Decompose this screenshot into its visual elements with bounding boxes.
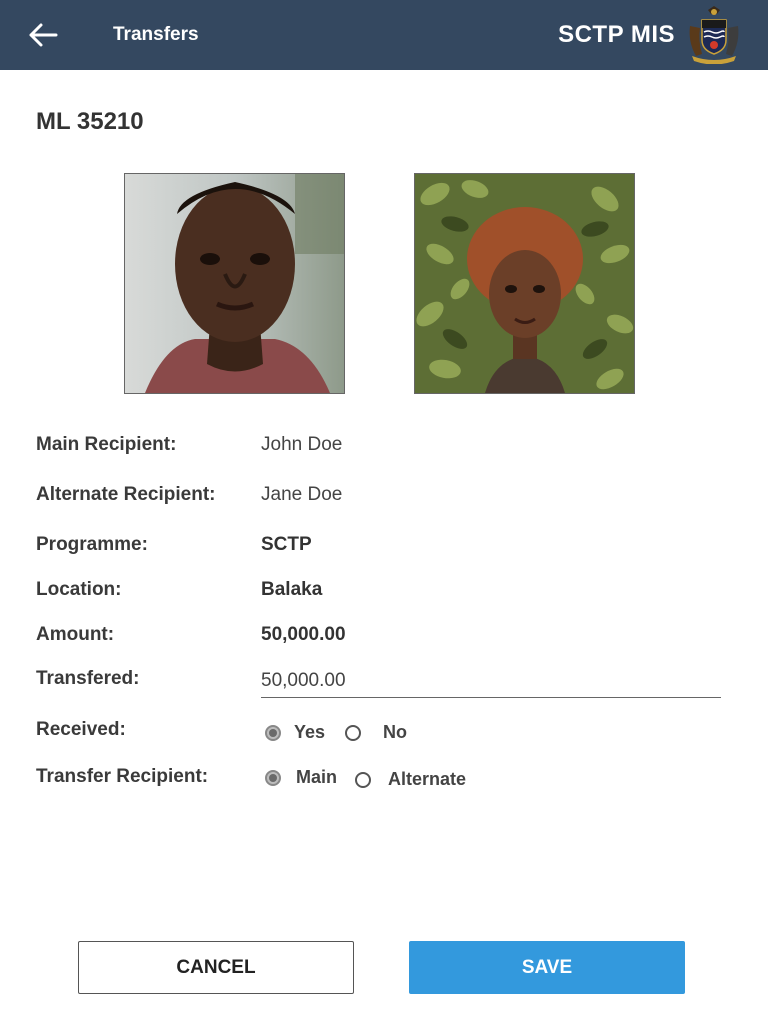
amount-label: Amount: — [36, 624, 115, 645]
transfered-input[interactable] — [261, 665, 721, 698]
radio-unchecked-icon — [345, 724, 361, 741]
alternate-recipient-value: Jane Doe — [261, 484, 343, 505]
main-recipient-label: Main Recipient: — [36, 434, 177, 455]
location-label: Location: — [36, 579, 122, 600]
page-title: Transfers — [113, 24, 199, 45]
received-yes-radio[interactable]: Yes — [265, 722, 325, 743]
transfer-recipient-main-radio[interactable]: Main — [265, 767, 337, 788]
received-no-label: No — [383, 722, 407, 742]
transfer-recipient-main-label: Main — [296, 767, 338, 787]
alternate-recipient-photo — [414, 173, 635, 394]
alternate-recipient-label: Alternate Recipient: — [36, 484, 216, 505]
transfered-label: Transfered: — [36, 668, 140, 689]
main-recipient-value: John Doe — [261, 434, 343, 455]
received-no-radio[interactable]: No — [345, 722, 407, 743]
received-label: Received: — [36, 719, 126, 740]
radio-unchecked-icon — [355, 771, 371, 788]
arrow-left-icon — [29, 23, 58, 47]
main-recipient-photo — [124, 173, 345, 394]
transfer-recipient-alternate-radio[interactable]: Alternate — [355, 769, 466, 790]
app-name: SCTP MIS — [558, 21, 675, 48]
programme-value: SCTP — [261, 534, 312, 555]
record-id: ML 35210 — [36, 108, 144, 135]
received-yes-label: Yes — [294, 722, 326, 742]
cancel-button[interactable]: CANCEL — [78, 941, 354, 994]
save-button[interactable]: SAVE — [409, 941, 685, 994]
location-value: Balaka — [261, 579, 323, 600]
malawi-coat-of-arms-icon — [689, 6, 739, 64]
back-button[interactable] — [24, 17, 64, 53]
amount-value: 50,000.00 — [261, 624, 346, 645]
transfer-recipient-label: Transfer Recipient: — [36, 766, 209, 787]
programme-label: Programme: — [36, 534, 148, 555]
app-bar: Transfers SCTP MIS — [0, 0, 768, 70]
radio-checked-icon — [265, 769, 281, 786]
radio-checked-icon — [265, 724, 281, 741]
transfer-recipient-alternate-label: Alternate — [388, 769, 467, 789]
